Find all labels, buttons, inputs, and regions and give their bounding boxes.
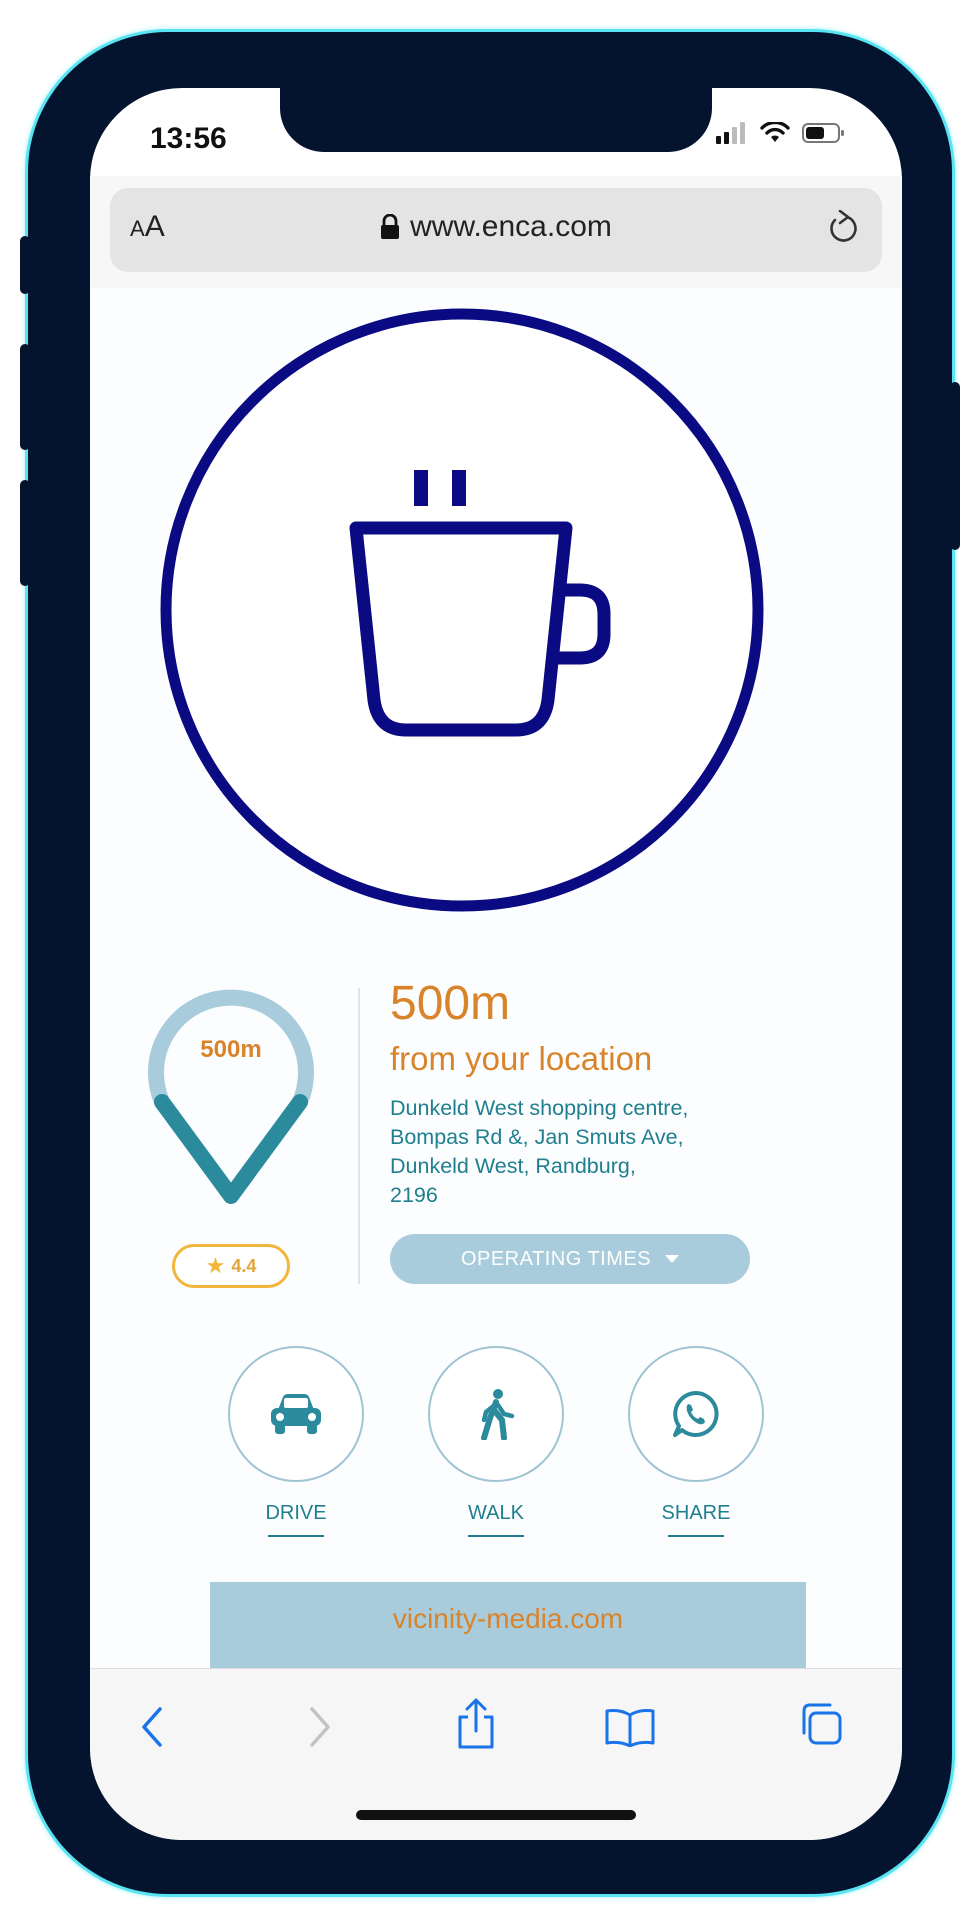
browser-header: AA www.enca.com xyxy=(90,176,902,289)
share-underline xyxy=(668,1535,724,1537)
vicinity-media-banner[interactable]: vicinity-media.com xyxy=(210,1582,806,1668)
share-action[interactable]: SHARE xyxy=(626,1346,766,1537)
url-text: www.enca.com xyxy=(410,210,612,243)
volume-down-button xyxy=(20,480,30,586)
rating-value: 4.4 xyxy=(231,1255,257,1276)
distance-caption: from your location xyxy=(390,1040,653,1077)
address-line: Dunkeld West, Randburg, xyxy=(390,1154,636,1178)
walk-button[interactable] xyxy=(428,1346,564,1482)
pin-distance-label: 500m xyxy=(200,1036,262,1063)
walk-label: WALK xyxy=(468,1502,524,1524)
walk-action[interactable]: WALK xyxy=(426,1346,566,1537)
walk-underline xyxy=(468,1535,524,1537)
lock-icon xyxy=(381,214,400,239)
bookmarks-icon[interactable] xyxy=(604,1707,656,1747)
page-content: 500m ★ 4.4 500m from your location Dunke… xyxy=(90,288,902,1668)
back-icon[interactable] xyxy=(138,1705,168,1749)
location-pin-icon xyxy=(148,989,314,1204)
volume-up-button xyxy=(20,344,30,450)
distance-heading: 500m xyxy=(390,977,511,1030)
chevron-down-icon xyxy=(665,1255,680,1263)
tabs-icon[interactable] xyxy=(798,1701,844,1747)
whatsapp-icon xyxy=(673,1391,719,1437)
drive-button[interactable] xyxy=(228,1346,364,1482)
address-line: Bompas Rd &, Jan Smuts Ave, xyxy=(390,1125,684,1149)
reload-icon[interactable] xyxy=(826,210,860,248)
forward-icon[interactable] xyxy=(304,1705,334,1749)
address-line: 2196 xyxy=(390,1183,438,1207)
vertical-divider xyxy=(358,988,360,1284)
url-display[interactable]: www.enca.com xyxy=(110,210,882,244)
share-label: SHARE xyxy=(661,1502,731,1524)
phone-frame: 13:56 AA www.enca.com 500m ★ 4.4 500m fr… xyxy=(20,32,960,1894)
car-icon xyxy=(271,1394,321,1434)
power-button xyxy=(950,382,960,550)
home-indicator xyxy=(356,1810,636,1820)
drive-underline xyxy=(268,1535,324,1537)
drive-label: DRIVE xyxy=(265,1502,327,1524)
wifi-icon xyxy=(760,122,790,142)
address: Dunkeld West shopping centre, Bompas Rd … xyxy=(390,1094,790,1210)
operating-times-label: OPERATING TIMES xyxy=(460,1247,652,1270)
address-line: Dunkeld West shopping centre, xyxy=(390,1096,689,1120)
silent-switch xyxy=(20,236,30,294)
operating-times-dropdown[interactable]: OPERATING TIMES xyxy=(390,1234,750,1284)
share-sheet-icon[interactable] xyxy=(454,1697,498,1751)
cellular-signal-icon xyxy=(716,122,745,144)
address-bar[interactable]: AA www.enca.com xyxy=(110,188,882,272)
phone-screen: 13:56 AA www.enca.com 500m ★ 4.4 500m fr… xyxy=(90,88,902,1840)
drive-action[interactable]: DRIVE xyxy=(226,1346,366,1537)
walking-person-icon xyxy=(481,1389,515,1440)
rating-badge: ★ 4.4 xyxy=(172,1244,290,1288)
notch xyxy=(280,88,712,152)
status-icons xyxy=(716,122,846,144)
battery-icon xyxy=(802,123,844,143)
star-icon: ★ xyxy=(205,1253,226,1279)
share-button[interactable] xyxy=(628,1346,764,1482)
status-time: 13:56 xyxy=(150,122,227,155)
coffee-cup-icon xyxy=(160,308,764,912)
